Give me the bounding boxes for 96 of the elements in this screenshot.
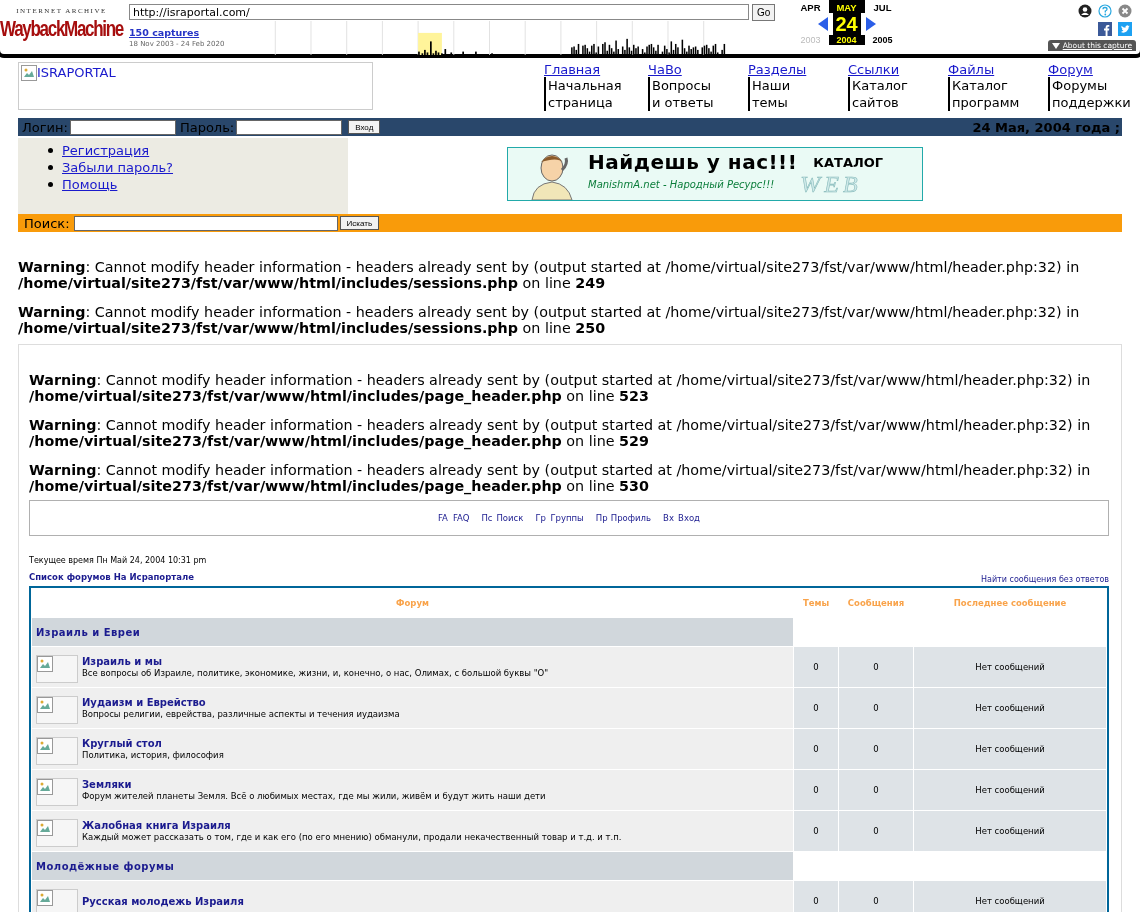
- next-arrow-icon: [864, 16, 877, 32]
- forum-menu-link[interactable]: Пр Профиль: [595, 513, 652, 523]
- forum-description: Каждый может рассказать о том, где и как его (по его мнению) обманули, продали некачественный товар и т.д. и т.п.: [82, 832, 622, 842]
- nav-description: Начальная страница: [544, 77, 622, 111]
- url-field[interactable]: http://israportal.com/: [129, 4, 749, 20]
- login-button[interactable]: Вход: [348, 120, 381, 134]
- unanswered-posts-link[interactable]: Найти сообщения без ответов: [981, 575, 1109, 584]
- forum-menu-link[interactable]: FA FAQ: [438, 513, 470, 523]
- warning-message: Warning: Cannot modify header information - headers already sent by (output started at /home/virtual/site273/fst/var/www/html/header.php:32) in /home/virtual/site273/fst/var/www/html/includes/sessions.php on line 249: [18, 259, 1081, 291]
- forum-description: Все вопросы об Израиле, политике, экономике, жизни, и, конечно, о нас, Олимах, с большой буквы "О": [82, 668, 549, 678]
- forum-description: Форум жителей планеты Земля. Всё о любимых местах, где мы жили, живём и будут жить наши дети: [82, 791, 546, 801]
- forum-link[interactable]: Круглый стол: [82, 738, 224, 749]
- login-field[interactable]: [69, 119, 176, 135]
- forum-link[interactable]: Жалобная книга Израиля: [82, 820, 622, 831]
- posts-count: 0: [839, 770, 913, 810]
- posts-count: 0: [839, 647, 913, 687]
- side-link[interactable]: Забыли пароль?: [62, 159, 173, 176]
- forum-link[interactable]: Израиль и мы: [82, 656, 549, 667]
- banner-headline: Найдешь у нас!!!: [588, 150, 798, 174]
- posts-count: 0: [839, 688, 913, 728]
- last-post-cell: Нет сообщений: [914, 688, 1106, 728]
- forum-menu-link[interactable]: Пс Поиск: [481, 513, 524, 523]
- nav-description: Каталог сайтов: [848, 77, 916, 111]
- captures-link[interactable]: 150 captures: [129, 27, 234, 38]
- last-post-cell: Нет сообщений: [914, 811, 1106, 851]
- topics-count: 0: [794, 688, 838, 728]
- nav-description: Наши темы: [748, 77, 816, 111]
- nav-description: Каталог программ: [948, 77, 1020, 111]
- banner-tagline: ManishmA.net - Народный Ресурс!!!: [588, 178, 775, 190]
- nav-link[interactable]: Форум: [1048, 62, 1093, 77]
- day-number: 24: [832, 13, 861, 35]
- category-cell[interactable]: Молодёжные форумы: [32, 852, 793, 880]
- forum-link[interactable]: Русская молодежь Израиля: [82, 895, 244, 907]
- search-label: Поиск:: [24, 215, 70, 231]
- year-link[interactable]: 2004: [828, 35, 865, 45]
- topics-count: 0: [794, 811, 838, 851]
- posts-count: 0: [839, 729, 913, 769]
- banner-web: WEB: [800, 174, 862, 194]
- last-post-cell: Нет сообщений: [914, 881, 1106, 912]
- last-post-cell: Нет сообщений: [914, 729, 1106, 769]
- bullet-icon: [48, 182, 53, 187]
- forum-link[interactable]: Иудаизм и Еврейство: [82, 697, 400, 708]
- twitter-icon: [1118, 22, 1132, 36]
- topics-count: 0: [794, 881, 838, 912]
- facebook-icon: [1098, 22, 1112, 36]
- bullet-icon: [48, 148, 53, 153]
- forum-menu-link[interactable]: Гр Группы: [535, 513, 584, 523]
- warning-message: Warning: Cannot modify header information - headers already sent by (output started at /home/virtual/site273/fst/var/www/html/header.php:32) in /home/virtual/site273/fst/var/www/html/includes/page_header.php on line 530: [29, 462, 1092, 494]
- logo[interactable]: WaybackMachine: [0, 16, 123, 42]
- nav-link[interactable]: Главная: [544, 62, 601, 77]
- close-icon: [1118, 4, 1132, 18]
- month-link[interactable]: APR: [792, 0, 829, 13]
- month-link[interactable]: JUL: [864, 0, 901, 13]
- forum-link[interactable]: Земляки: [82, 779, 546, 790]
- side-link[interactable]: Помощь: [62, 176, 118, 193]
- password-field[interactable]: [236, 119, 343, 135]
- last-post-cell: Нет сообщений: [914, 647, 1106, 687]
- bullet-icon: [48, 165, 53, 170]
- search-field[interactable]: [73, 215, 338, 231]
- current-time: Текущее время Пн Май 24, 2004 10:31 pm: [29, 556, 207, 565]
- warning-message: Warning: Cannot modify header information - headers already sent by (output started at /home/virtual/site273/fst/var/www/html/header.php:32) in /home/virtual/site273/fst/var/www/html/includes/page_header.php on line 529: [29, 417, 1092, 449]
- password-label: Пароль:: [179, 119, 235, 135]
- forum-description: Политика, история, философия: [82, 750, 224, 760]
- category-cell[interactable]: Израиль и Евреи: [32, 618, 793, 646]
- current-date: 24 Мая, 2004 года ;: [972, 119, 1121, 135]
- go-button[interactable]: Go: [752, 4, 776, 21]
- forum-menu-link[interactable]: Вх Вход: [663, 513, 700, 523]
- banner[interactable]: Найдешь у нас!!! КАТАЛОГ ManishmA.net - Народный Ресурс!!! WEB: [507, 147, 923, 201]
- nav-link[interactable]: Файлы: [948, 62, 995, 77]
- logo-alt-text: ISRAPORTAL: [37, 65, 116, 80]
- nav-link[interactable]: ЧаВо: [648, 62, 682, 77]
- year-link[interactable]: 2005: [864, 35, 901, 45]
- nav-link[interactable]: Ссылки: [848, 62, 900, 77]
- month-link[interactable]: MAY: [828, 0, 865, 13]
- previous-arrow-icon: [816, 16, 829, 32]
- side-link[interactable]: Регистрация: [62, 142, 150, 159]
- search-button[interactable]: Искать: [339, 216, 380, 230]
- forum-description: Вопросы религии, еврейства, различные аспекты и течения иудаизма: [82, 709, 400, 719]
- caret-icon: [1051, 42, 1060, 49]
- warning-message: Warning: Cannot modify header information - headers already sent by (output started at /home/virtual/site273/fst/var/www/html/header.php:32) in /home/virtual/site273/fst/var/www/html/includes/page_header.php on line 523: [29, 372, 1092, 404]
- forum-index-link[interactable]: Список форумов На Исрапортале: [29, 572, 194, 582]
- last-post-cell: Нет сообщений: [914, 770, 1106, 810]
- topics-count: 0: [794, 729, 838, 769]
- broken-image-icon: [21, 65, 37, 81]
- login-label: Логин:: [22, 119, 68, 135]
- nav-description: Форумы поддержки: [1048, 77, 1131, 111]
- posts-count: 0: [839, 881, 913, 912]
- nav-description: Вопросы и ответы: [648, 77, 716, 111]
- topics-count: 0: [794, 647, 838, 687]
- nav-link[interactable]: Разделы: [748, 62, 807, 77]
- posts-count: 0: [839, 811, 913, 851]
- topics-count: 0: [794, 770, 838, 810]
- warning-message: Warning: Cannot modify header information - headers already sent by (output started at /home/virtual/site273/fst/var/www/html/header.php:32) in /home/virtual/site273/fst/var/www/html/includes/sessions.php on line 250: [18, 304, 1081, 336]
- help-icon: [1098, 4, 1112, 18]
- user-icon: [1078, 4, 1092, 18]
- banner-catalog: КАТАЛОГ: [813, 154, 884, 170]
